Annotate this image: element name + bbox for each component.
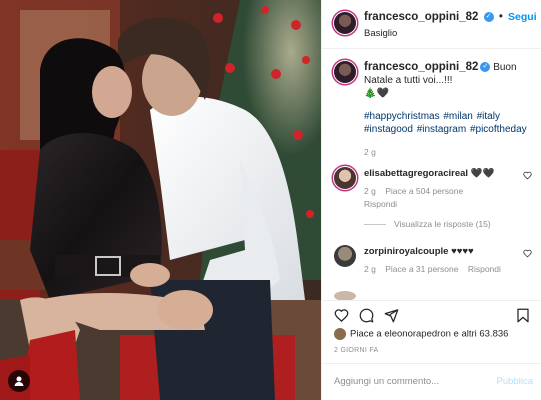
reply-button[interactable]: Rispondi	[364, 198, 532, 211]
verified-badge-icon: ✓	[483, 11, 494, 22]
comment-likes[interactable]: Piace a 504 persone	[385, 186, 463, 196]
commenter-avatar[interactable]	[334, 167, 356, 189]
comment-meta: 2 g Piace a 504 persone	[364, 185, 532, 198]
comment-meta: 2 g Piace a 31 persone Rispondi	[364, 263, 532, 276]
caption-emoji: 🎄🖤	[364, 88, 389, 99]
heart-icon[interactable]	[523, 249, 532, 258]
comment-text: ♥♥♥♥	[451, 246, 474, 257]
post-timestamp[interactable]: 2 GIORNI FA	[334, 347, 379, 354]
post-location[interactable]: Basiglio	[364, 28, 397, 39]
separator-dot: •	[498, 11, 503, 23]
comment-item: elisabettagregoracireal 🖤🖤 2 g Piace a 5…	[334, 167, 532, 211]
comments-list[interactable]: francesco_oppini_82 ✓ Buon Natale a tutti…	[322, 49, 541, 324]
comment-icon[interactable]	[359, 308, 374, 323]
comment-username[interactable]: elisabettagregoracireal	[364, 168, 468, 179]
comment-body: zorpiniroyalcouple ♥♥♥♥ 2 g Piace a 31 p…	[364, 245, 532, 276]
author-avatar[interactable]	[334, 12, 356, 34]
christmas-couple-photo	[0, 0, 321, 400]
post-photo[interactable]	[0, 0, 321, 400]
verified-badge-icon: ✓	[480, 62, 491, 73]
caption-author-avatar[interactable]	[334, 61, 356, 83]
liker-avatar	[334, 328, 346, 340]
tagged-users-button[interactable]	[8, 370, 30, 392]
comment-age[interactable]: 2 g	[364, 264, 376, 274]
view-replies-button[interactable]: Visualizza le risposte (15)	[364, 219, 491, 229]
post-header: francesco_oppini_82 ✓ • Segui Basiglio	[322, 0, 541, 49]
comment-age[interactable]: 2 g	[364, 186, 376, 196]
add-comment-bar: Aggiungi un commento... Pubblica	[322, 363, 541, 400]
commenter-avatar[interactable]	[334, 245, 356, 267]
heart-icon[interactable]	[523, 171, 532, 180]
send-icon[interactable]	[384, 308, 399, 323]
instagram-post-modal: francesco_oppini_82 ✓ • Segui Basiglio f…	[0, 0, 541, 400]
comment-item: zorpiniroyalcouple ♥♥♥♥ 2 g Piace a 31 p…	[334, 245, 532, 276]
caption: francesco_oppini_82 ✓ Buon Natale a tutti…	[334, 61, 532, 159]
author-username[interactable]: francesco_oppini_82	[364, 11, 478, 23]
comment-likes[interactable]: Piace a 31 persone	[385, 264, 458, 274]
replies-divider	[364, 223, 386, 225]
user-tag-icon	[14, 376, 24, 386]
comment-username[interactable]: zorpiniroyalcouple	[364, 246, 448, 257]
post-actions-bar	[322, 300, 541, 329]
view-replies-label[interactable]: Visualizza le risposte (15)	[394, 219, 491, 229]
heart-icon[interactable]	[334, 308, 349, 323]
caption-body: francesco_oppini_82 ✓ Buon Natale a tutti…	[364, 61, 532, 159]
caption-hashtags[interactable]: #happychristmas #milan #italy #instagood…	[364, 110, 532, 136]
comment-text: 🖤🖤	[470, 168, 495, 179]
likes-text[interactable]: Piace a eleonorapedron e altri 63.836	[350, 329, 508, 340]
comment-body: elisabettagregoracireal 🖤🖤 2 g Piace a 5…	[364, 167, 532, 211]
publish-button[interactable]: Pubblica	[497, 376, 533, 387]
bookmark-icon[interactable]	[516, 308, 530, 323]
add-comment-input[interactable]: Aggiungi un commento...	[334, 376, 439, 387]
post-side-panel: francesco_oppini_82 ✓ • Segui Basiglio f…	[321, 0, 541, 400]
caption-age[interactable]: 2 g	[364, 146, 532, 159]
author-line: francesco_oppini_82 ✓ • Segui	[364, 11, 537, 23]
reply-button[interactable]: Rispondi	[468, 264, 501, 274]
likes-summary[interactable]: Piace a eleonorapedron e altri 63.836	[334, 328, 508, 340]
follow-button[interactable]: Segui	[508, 11, 537, 23]
caption-username[interactable]: francesco_oppini_82	[364, 61, 478, 73]
